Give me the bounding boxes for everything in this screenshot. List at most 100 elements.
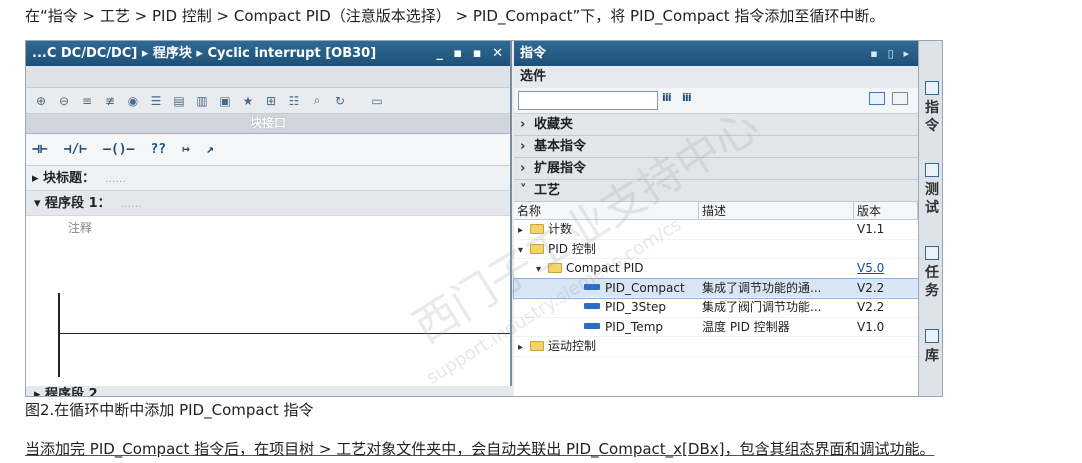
insert-network-icon[interactable]: ⊕ (32, 93, 50, 109)
category-extended[interactable]: › 扩展指令 (514, 158, 918, 180)
category-basic[interactable]: › 基本指令 (514, 136, 918, 158)
folder-icon (548, 263, 562, 273)
row-version: V1.1 (857, 222, 885, 236)
network-1-label: ▾ 程序段 1： (34, 196, 111, 211)
column-version[interactable]: 版本 (854, 202, 918, 219)
absolute-operand-icon[interactable]: ⊞ (262, 93, 280, 109)
row-description: 集成了调节功能的通... (702, 280, 822, 295)
row-name: PID_3Step (605, 300, 666, 314)
options-input[interactable] (518, 91, 658, 110)
row-version (854, 337, 918, 356)
row-name: Compact PID (566, 261, 644, 275)
expand-right-icon[interactable]: ▸ (518, 221, 530, 239)
table-row[interactable]: ▾ Compact PID V5.0 (514, 259, 918, 279)
expand-right-icon[interactable]: ▸ (518, 338, 530, 356)
block-title-row[interactable]: ▸ 块标题：...... (26, 166, 510, 191)
row-version: V1.0 (857, 319, 885, 334)
row-description (699, 337, 854, 356)
filter-icon[interactable]: ⅲ (662, 91, 672, 104)
empty-box-icon[interactable]: ?? (150, 142, 166, 157)
row-name: PID_Compact (605, 280, 685, 295)
open-all-icon[interactable]: ▤ (170, 93, 188, 109)
layout-icon[interactable]: ▭ (368, 93, 386, 109)
network-1-dots: ...... (120, 197, 142, 210)
window-buttons[interactable]: _ ▪ ▪ ✕ (436, 41, 506, 66)
list-icon[interactable]: ☰ (147, 93, 165, 109)
editor-title: ...C DC/DC/DC] ▸ 程序块 ▸ Cyclic interrupt … (32, 46, 377, 61)
column-description[interactable]: 描述 (699, 202, 854, 219)
options-label: 选件 (514, 66, 918, 88)
monitor-icon[interactable]: ◉ (124, 93, 142, 109)
zoom-icon[interactable]: ⌕ (308, 93, 326, 109)
tab-tasks[interactable]: 任务 (921, 246, 942, 300)
no-contact-icon[interactable]: ⊣⊢ (32, 142, 48, 157)
program-editor: ...C DC/DC/DC] ▸ 程序块 ▸ Cyclic interrupt … (26, 41, 512, 396)
nc-contact-icon[interactable]: ⊣/⊢ (64, 142, 87, 157)
tab-instructions[interactable]: 指令 (921, 81, 942, 135)
row-name: 运动控制 (548, 339, 597, 353)
block-title-label: ▸ 块标题： (32, 171, 96, 186)
row-name-cell: ▸ 运动控制 (514, 337, 699, 356)
network-comment[interactable]: 注释 (26, 216, 510, 240)
panel-window-buttons[interactable]: ▪ ▯ ▸ (870, 41, 912, 66)
task-card-tabs: 指令 测试 任务 库 (918, 41, 942, 396)
rung-line[interactable] (58, 333, 510, 334)
table-row[interactable]: PID_3Step 集成了阀门调节功能... V2.2 (514, 298, 918, 318)
branch-close-icon[interactable]: ↗ (206, 142, 214, 157)
comment-icon[interactable]: ▣ (216, 93, 234, 109)
filter-all-icon[interactable]: ⅲ (682, 91, 692, 104)
table-row[interactable]: ▸ 运动控制 (514, 337, 918, 357)
expand-down-icon[interactable]: ▾ (518, 241, 530, 259)
row-description (699, 220, 854, 239)
libraries-icon (925, 329, 939, 343)
column-name[interactable]: 名称 (514, 202, 699, 219)
goto-icon[interactable]: ↻ (331, 93, 349, 109)
close-all-icon[interactable]: ▥ (193, 93, 211, 109)
panel-title: 指令 (520, 46, 547, 61)
network-2-header[interactable]: ▸ 程序段 2 (26, 386, 512, 396)
list-view-icon[interactable] (892, 92, 908, 105)
tasks-icon (925, 246, 939, 260)
table-row[interactable]: ▸ 计数 V1.1 (514, 220, 918, 240)
editor-toolbar: ⊕ ⊖ ≡ ≢ ◉ ☰ ▤ ▥ ▣ ★ ⊞ ☷ ⌕ ↻ ▭ (26, 88, 510, 114)
figure-caption: 图2.在循环中断中添加 PID_Compact 指令 (25, 401, 314, 419)
instruction-block-icon (584, 322, 600, 329)
tab-libraries[interactable]: 库 (921, 329, 942, 365)
row-description (699, 259, 854, 278)
block-interface-bar[interactable]: 块接口 (26, 114, 510, 134)
row-version[interactable]: V5.0 (854, 259, 918, 278)
testing-icon (925, 163, 939, 177)
category-label: 工艺 (534, 183, 561, 198)
coil-icon[interactable]: –()– (103, 142, 134, 157)
instructions-panel: 指令 ▪ ▯ ▸ 选件 ⅲ ⅲ › 收藏夹 › 基本指令 › 扩展指令 ˅ 工艺 名称 … (513, 41, 919, 396)
delete-network-icon[interactable]: ⊖ (55, 93, 73, 109)
column-headers: 名称 描述 版本 (514, 202, 918, 220)
category-favorites[interactable]: › 收藏夹 (514, 114, 918, 136)
chevron-right-icon: › (520, 161, 526, 176)
row-description (699, 240, 854, 259)
view-icon[interactable] (869, 92, 885, 105)
table-row[interactable]: PID_Temp 温度 PID 控制器 V1.0 (514, 318, 918, 337)
insert-row-icon[interactable]: ≡ (78, 93, 96, 109)
category-label: 收藏夹 (534, 117, 574, 132)
power-rail (58, 293, 60, 377)
editor-blank-bar (26, 66, 510, 88)
branch-open-icon[interactable]: ↦ (182, 142, 190, 157)
delete-row-icon[interactable]: ≢ (101, 93, 119, 109)
tab-testing[interactable]: 测试 (921, 163, 942, 217)
table-row[interactable]: ▾ PID 控制 (514, 240, 918, 259)
favorites-icon[interactable]: ★ (239, 93, 257, 109)
expand-down-icon[interactable]: ▾ (536, 260, 548, 278)
row-name-cell: ▾ PID 控制 (514, 240, 699, 259)
tia-portal-screenshot: ...C DC/DC/DC] ▸ 程序块 ▸ Cyclic interrupt … (25, 40, 943, 397)
network-comment-icon[interactable]: ☷ (285, 93, 303, 109)
category-technology[interactable]: ˅ 工艺 (514, 180, 918, 202)
table-row[interactable]: PID_Compact 集成了调节功能的通... V2.2 (513, 277, 919, 299)
network-1-header[interactable]: ▾ 程序段 1：...... (26, 191, 510, 216)
category-label: 基本指令 (534, 139, 587, 154)
editor-title-bar: ...C DC/DC/DC] ▸ 程序块 ▸ Cyclic interrupt … (26, 41, 510, 66)
row-version: V2.2 (857, 280, 885, 295)
options-bar: ⅲ ⅲ (514, 88, 918, 114)
instruction-block-icon (584, 283, 600, 290)
folder-icon (530, 341, 544, 351)
